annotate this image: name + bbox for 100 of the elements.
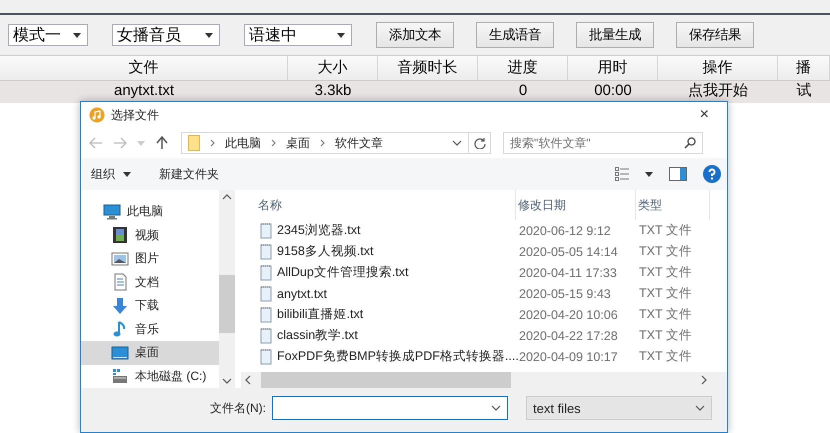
caret-icon — [205, 32, 213, 38]
file-type: TXT 文件 — [639, 285, 693, 302]
column-header[interactable]: 播 — [778, 56, 830, 80]
nav-item[interactable]: 桌面 — [81, 341, 219, 364]
refresh-icon — [474, 137, 486, 149]
table-cell-text: 00:00 — [593, 81, 633, 101]
chevron-down-icon — [695, 405, 705, 411]
chevron-up-icon[interactable] — [222, 194, 232, 200]
chevron-left-icon[interactable] — [245, 375, 251, 385]
caret-icon — [645, 172, 653, 176]
breadcrumb[interactable]: 此电脑 — [225, 134, 261, 152]
chevron-right-icon — [210, 139, 215, 147]
file-name[interactable]: 9158多人视频.txt — [259, 243, 519, 260]
horizontal-scrollbar[interactable] — [241, 372, 727, 388]
modified-date: 2020-04-11 17:33 — [519, 266, 618, 280]
search-field[interactable]: 搜索"软件文章" — [503, 132, 703, 154]
up-arrow-icon[interactable] — [155, 136, 169, 150]
toolbar-button[interactable]: 批量生成 — [576, 22, 654, 48]
nav-item[interactable]: 此电脑 — [81, 200, 219, 224]
column-header[interactable]: 音频时长 — [378, 56, 478, 80]
chevron-right-icon — [271, 139, 276, 147]
nav-item[interactable]: 视频 — [81, 224, 219, 247]
nav-item[interactable]: 音乐 — [81, 318, 219, 341]
monitor-icon — [111, 344, 129, 362]
column-header[interactable]: 大小 — [288, 56, 378, 80]
toolbar-button[interactable]: 生成语音 — [476, 22, 554, 48]
preview-pane-icon[interactable] — [669, 167, 687, 181]
file-type: TXT 文件 — [639, 264, 693, 281]
text-file-icon — [259, 306, 273, 322]
address-bar[interactable]: 此电脑 桌面 软件文章 — [181, 132, 469, 154]
table-cell-text: 0 — [518, 81, 528, 101]
file-name[interactable]: FoxPDF免费BMP转换成PDF格式转换器.... — [259, 348, 519, 365]
toolbar-button[interactable]: 保存结果 — [676, 22, 754, 48]
table-cell-text: 点我开始 — [687, 81, 749, 101]
column-header[interactable]: 用时 — [568, 56, 658, 80]
file-name[interactable]: AllDup文件管理搜索.txt — [259, 264, 519, 281]
dropdown-value: 模式一 — [13, 26, 61, 46]
filename-field[interactable] — [272, 396, 508, 420]
field-label: 文件名(N): — [210, 400, 266, 417]
music-note-icon — [89, 107, 105, 123]
column-header[interactable]: 文件 — [0, 56, 288, 80]
help-icon[interactable] — [703, 165, 721, 183]
table-cell-text: anytxt.txt — [112, 81, 176, 101]
toolbar-command[interactable]: 新建文件夹 — [159, 166, 219, 182]
folder-icon — [188, 135, 200, 151]
text-file-icon — [259, 328, 273, 344]
breadcrumb[interactable]: 软件文章 — [335, 134, 383, 152]
file-type: TXT 文件 — [639, 306, 693, 323]
nav-item[interactable]: 下载 — [81, 294, 219, 318]
nav-item[interactable]: 图片 — [81, 247, 219, 270]
modified-date: 2020-04-09 10:17 — [519, 350, 619, 364]
toolbar-command[interactable]: 组织 — [91, 166, 131, 182]
computer-icon — [103, 202, 121, 221]
table-row[interactable]: anytxt.txt 3.3kb 0 00:00 点我开始 试 — [0, 81, 830, 103]
file-name[interactable]: 2345浏览器.txt — [259, 222, 519, 239]
dropdown-value: 女播音员 — [117, 26, 181, 46]
modified-date: 2020-04-20 10:06 — [519, 308, 619, 322]
chevron-down-icon — [491, 405, 501, 411]
text-file-icon — [259, 222, 273, 238]
toolbar-button[interactable]: 添加文本 — [376, 22, 454, 48]
refresh-button[interactable] — [469, 132, 491, 154]
film-icon — [111, 226, 129, 244]
text-file-icon — [259, 348, 273, 364]
column-header[interactable]: 修改日期 — [516, 190, 636, 220]
modified-date: 2020-05-05 14:14 — [519, 244, 619, 258]
chevron-down-icon — [452, 140, 462, 146]
caret-icon — [73, 32, 81, 38]
file-type: TXT 文件 — [639, 243, 693, 260]
chevron-right-icon[interactable] — [701, 375, 707, 385]
drive-icon — [111, 367, 129, 386]
details-view-icon[interactable] — [615, 167, 629, 181]
dropdown[interactable]: 语速中 — [244, 24, 352, 46]
chevron-down-icon — [222, 378, 232, 384]
search-icon — [684, 137, 696, 149]
file-name[interactable]: bilibili直播姬.txt — [259, 306, 519, 323]
nav-item[interactable]: 本地磁盘 (C:) — [81, 364, 219, 388]
modified-date: 2020-04-22 17:28 — [519, 328, 619, 342]
scrollbar-thumb[interactable] — [219, 275, 235, 333]
text-file-icon — [259, 286, 273, 302]
chevron-right-icon — [320, 139, 325, 147]
column-header[interactable]: 操作 — [658, 56, 778, 80]
file-type: TXT 文件 — [639, 348, 693, 365]
file-type-dropdown[interactable]: text files — [526, 396, 712, 420]
column-header[interactable]: 类型 — [636, 190, 710, 220]
text-file-icon — [259, 264, 273, 280]
text-file-icon — [259, 244, 273, 260]
modified-date: 2020-05-15 9:43 — [519, 286, 612, 300]
image-icon — [111, 250, 129, 268]
dialog-title: 选择文件 — [111, 106, 159, 124]
column-header[interactable]: 名称 — [256, 190, 516, 220]
breadcrumb[interactable]: 桌面 — [286, 134, 310, 152]
file-name[interactable]: anytxt.txt — [259, 286, 519, 302]
dropdown[interactable]: 模式一 — [8, 24, 88, 46]
file-name[interactable]: classin教学.txt — [259, 327, 519, 344]
close-button[interactable]: × — [690, 106, 719, 124]
column-header[interactable]: 进度 — [478, 56, 568, 80]
file-type: TXT 文件 — [639, 327, 693, 344]
dropdown[interactable]: 女播音员 — [112, 24, 220, 46]
nav-item[interactable]: 文档 — [81, 270, 219, 294]
file-type: TXT 文件 — [639, 222, 693, 239]
